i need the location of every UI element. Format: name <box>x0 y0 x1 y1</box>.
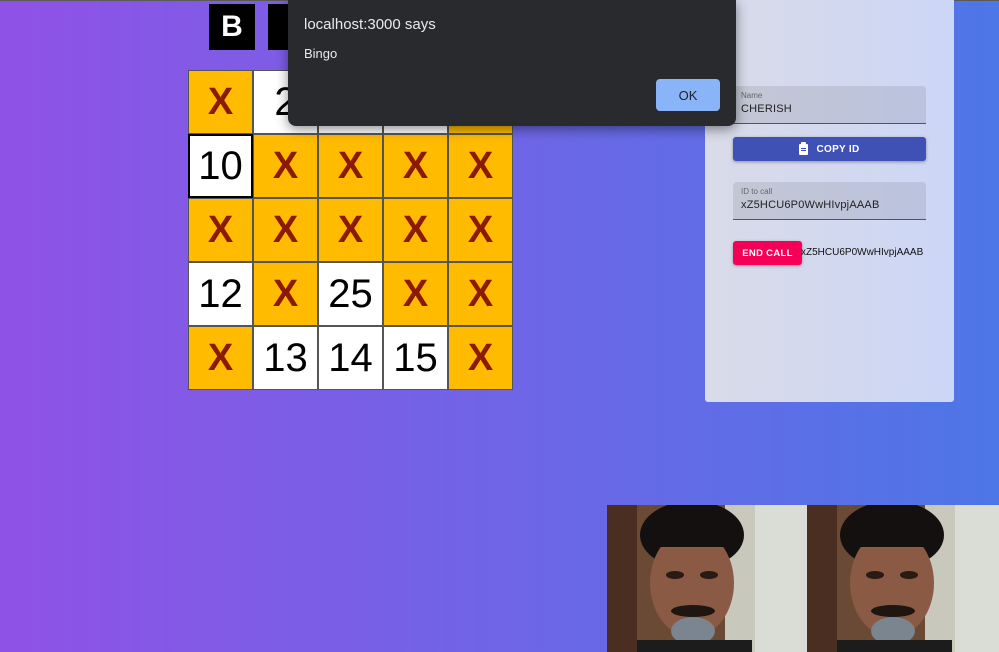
board-cell[interactable]: X <box>383 262 448 326</box>
clipboard-icon <box>799 141 809 155</box>
dialog-message: Bingo <box>304 46 338 61</box>
board-cell[interactable]: X <box>188 198 253 262</box>
board-cell[interactable]: X <box>383 134 448 198</box>
copy-id-label: COPY ID <box>816 143 860 155</box>
dialog-title: localhost:3000 says <box>304 16 436 33</box>
board-cell[interactable]: 25 <box>318 262 383 326</box>
webcam-feed-image <box>607 505 807 652</box>
caller-id-text: xZ5HCU6P0WwHIvpjAAAB <box>801 247 924 258</box>
local-video <box>607 505 807 652</box>
ok-button[interactable]: OK <box>656 79 720 111</box>
board-cell[interactable]: X <box>318 198 383 262</box>
id-to-call-label: ID to call <box>741 187 773 196</box>
board-cell[interactable]: X <box>253 262 318 326</box>
call-panel: Name CHERISH COPY ID ID to call xZ5HCU6P… <box>705 0 954 402</box>
board-cell[interactable]: 15 <box>383 326 448 390</box>
board-cell[interactable]: 14 <box>318 326 383 390</box>
board-cell[interactable]: X <box>448 198 513 262</box>
board-cell[interactable]: 10 <box>188 134 253 198</box>
board-cell[interactable]: X <box>253 134 318 198</box>
board-cell[interactable]: X <box>448 134 513 198</box>
board-cell[interactable]: X <box>188 70 253 134</box>
board-cell[interactable]: X <box>253 198 318 262</box>
copy-id-button[interactable]: COPY ID <box>733 137 926 161</box>
name-field[interactable]: Name CHERISH <box>733 86 926 124</box>
remote-video <box>807 505 999 652</box>
name-field-label: Name <box>741 91 763 100</box>
id-to-call-value[interactable]: xZ5HCU6P0WwHIvpjAAAB <box>741 199 918 211</box>
board-cell[interactable]: X <box>448 262 513 326</box>
webcam-feed-image <box>807 505 999 652</box>
board-cell[interactable]: X <box>448 326 513 390</box>
board-cell[interactable]: 13 <box>253 326 318 390</box>
board-cell[interactable]: X <box>383 198 448 262</box>
alert-dialog: localhost:3000 says Bingo OK <box>288 0 736 126</box>
end-call-button[interactable]: END CALL <box>733 241 802 265</box>
bingo-letter-b: B <box>209 4 255 50</box>
name-field-value[interactable]: CHERISH <box>741 103 918 115</box>
board-cell[interactable]: 12 <box>188 262 253 326</box>
id-to-call-field[interactable]: ID to call xZ5HCU6P0WwHIvpjAAAB <box>733 182 926 220</box>
board-cell[interactable]: X <box>318 134 383 198</box>
board-cell[interactable]: X <box>188 326 253 390</box>
